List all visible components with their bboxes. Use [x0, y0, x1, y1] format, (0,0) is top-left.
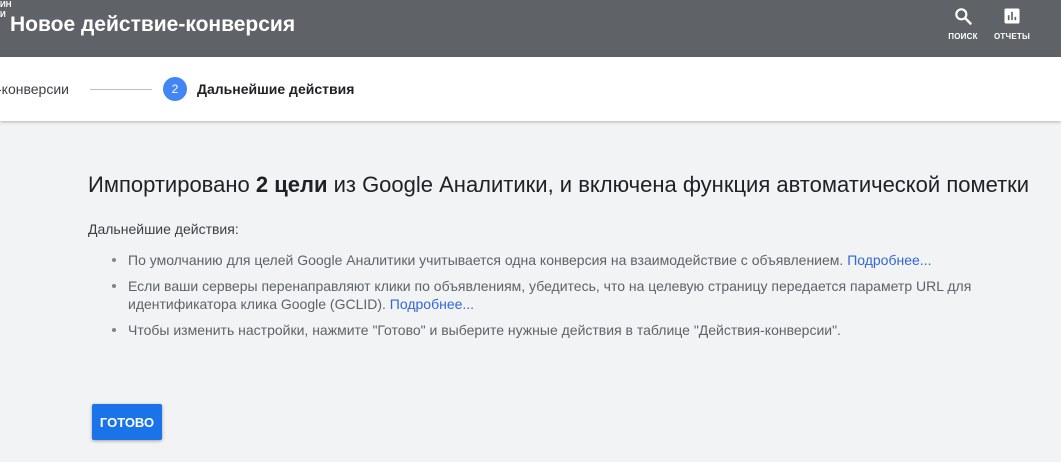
- list-item: Чтобы изменить настройки, нажмите "Готов…: [110, 321, 1040, 339]
- headline-text-post: из Google Аналитики, и включена функция …: [327, 172, 1030, 197]
- stepper: -конверсии 2 Дальнейшие действия: [0, 57, 1061, 121]
- headline-goal-count: 2 цели: [255, 172, 328, 197]
- next-steps-list: По умолчанию для целей Google Аналитики …: [110, 251, 1048, 339]
- step-current-label: Дальнейшие действия: [197, 81, 355, 97]
- search-icon: [955, 8, 972, 25]
- result-headline: Импортировано 2 цели из Google Аналитики…: [88, 170, 1048, 199]
- list-item-text: Если ваши серверы перенаправляют клики п…: [128, 278, 972, 312]
- next-steps-heading: Дальнейшие действия:: [88, 221, 239, 237]
- reports-tool-label: ОТЧЕТЫ: [994, 32, 1030, 41]
- headline-text-pre: Импортировано: [88, 172, 256, 197]
- step-connector: [90, 89, 152, 90]
- list-item-text: Чтобы изменить настройки, нажмите "Готов…: [128, 322, 841, 338]
- done-button[interactable]: ГОТОВО: [92, 404, 162, 440]
- main-content: Импортировано 2 цели из Google Аналитики…: [88, 170, 1048, 347]
- search-tool-label: ПОИСК: [948, 32, 978, 41]
- learn-more-link[interactable]: Подробнее...: [390, 296, 474, 312]
- list-item-text: По умолчанию для целей Google Аналитики …: [128, 252, 848, 268]
- search-tool[interactable]: ПОИСК: [946, 6, 980, 41]
- bullet-icon: [112, 284, 116, 288]
- step-number-badge: 2: [163, 77, 187, 101]
- bar-chart-icon: [1004, 8, 1020, 24]
- bullet-icon: [112, 258, 116, 262]
- top-app-bar: Новое действие-конверсия ПОИСК ОТЧЕТЫ ИН…: [0, 0, 1061, 57]
- list-item: По умолчанию для целей Google Аналитики …: [110, 251, 1040, 269]
- step-previous-label[interactable]: -конверсии: [0, 81, 69, 97]
- learn-more-link[interactable]: Подробнее...: [847, 252, 931, 268]
- page-title: Новое действие-конверсия: [10, 13, 296, 36]
- tools-menu-label-1: ИН: [0, 0, 12, 9]
- list-item: Если ваши серверы перенаправляют клики п…: [110, 277, 1040, 313]
- bullet-icon: [112, 328, 116, 332]
- reports-tool[interactable]: ОТЧЕТЫ: [994, 6, 1030, 41]
